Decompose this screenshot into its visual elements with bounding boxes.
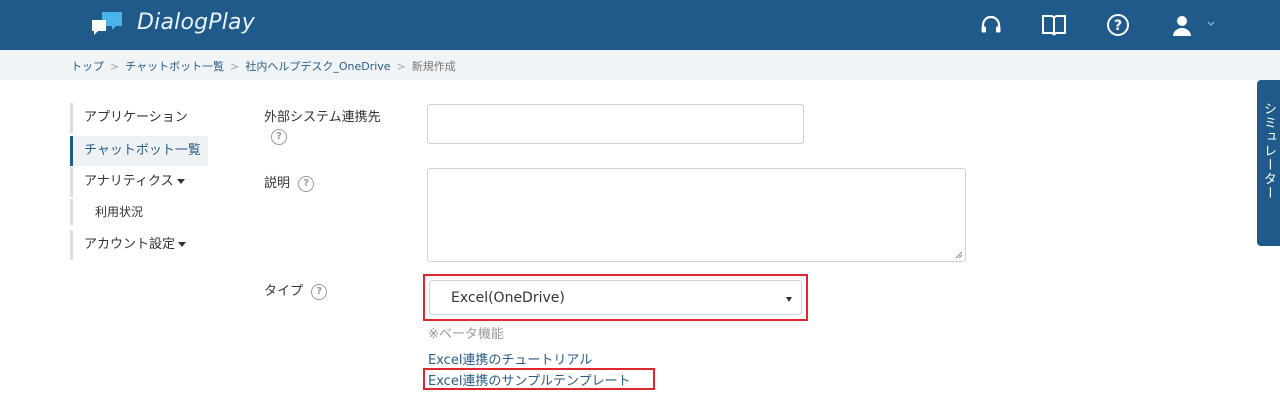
sidebar-item-chatbot-list[interactable]: チャットボット一覧	[70, 136, 208, 166]
breadcrumb-helpdesk[interactable]: 社内ヘルプデスク_OneDrive	[245, 58, 390, 74]
sidebar-item-label: アプリケーション	[84, 110, 188, 125]
help-icon[interactable]: ?	[271, 129, 287, 145]
simulator-tab[interactable]: シミュレーター	[1257, 80, 1280, 246]
breadcrumb-top[interactable]: トップ	[71, 58, 104, 74]
type-select[interactable]: Excel(OneDrive)	[429, 280, 802, 315]
sidebar-item-label: チャットボット一覧	[84, 143, 201, 158]
sidebar-item-analytics[interactable]: アナリティクス	[70, 167, 185, 197]
breadcrumb-chatbot-list[interactable]: チャットボット一覧	[125, 58, 224, 74]
caret-down-icon	[178, 242, 187, 247]
sidebar-item-usage[interactable]: 利用状況	[70, 199, 143, 225]
excel-template-link[interactable]: Excel連携のサンプルテンプレート	[428, 370, 631, 389]
breadcrumb-separator: >	[396, 59, 406, 73]
sidebar-item-label: 利用状況	[95, 205, 144, 219]
top-navbar: DialogPlay ?	[0, 0, 1280, 50]
help-icon[interactable]: ?	[298, 175, 315, 192]
beta-note: ※ベータ機能	[428, 327, 504, 342]
type-select-value: Excel(OneDrive)	[451, 290, 565, 306]
chat-logo-icon[interactable]	[90, 10, 124, 38]
user-icon[interactable]	[1168, 11, 1196, 39]
book-icon[interactable]	[1040, 11, 1068, 39]
external-system-input[interactable]	[427, 104, 804, 144]
breadcrumb-bar: トップ > チャットボット一覧 > 社内ヘルプデスク_OneDrive > 新規…	[0, 50, 1280, 80]
description-label: 説明 ?	[264, 172, 315, 192]
breadcrumb-separator: >	[230, 59, 240, 73]
dropdown-arrow-icon	[786, 297, 792, 302]
sidebar-item-label: アカウント設定	[84, 237, 176, 252]
sidebar-item-label: アナリティクス	[84, 174, 174, 189]
caret-down-icon	[176, 179, 185, 184]
help-icon[interactable]: ?	[311, 283, 328, 300]
sidebar-item-account-settings[interactable]: アカウント設定	[70, 230, 187, 260]
breadcrumb-current: 新規作成	[411, 60, 456, 73]
sidebar-item-applications[interactable]: アプリケーション	[70, 103, 188, 133]
description-textarea[interactable]	[427, 168, 966, 262]
type-select-highlight: Excel(OneDrive)	[423, 274, 808, 321]
external-system-label: 外部システム連携先	[264, 110, 381, 125]
resize-handle-icon[interactable]	[955, 251, 963, 259]
brand-name[interactable]: DialogPlay	[137, 10, 255, 35]
breadcrumb-separator: >	[110, 59, 120, 73]
type-label: タイプ ?	[264, 280, 328, 300]
breadcrumb: トップ > チャットボット一覧 > 社内ヘルプデスク_OneDrive > 新規…	[71, 58, 456, 74]
help-circle-icon[interactable]: ?	[1104, 11, 1132, 39]
svg-text:?: ?	[1114, 18, 1122, 34]
headset-icon[interactable]	[977, 11, 1005, 39]
simulator-label: シミュレーター	[1261, 102, 1276, 200]
chevron-down-icon[interactable]	[1206, 19, 1216, 29]
excel-tutorial-link[interactable]: Excel連携のチュートリアル	[428, 349, 592, 368]
